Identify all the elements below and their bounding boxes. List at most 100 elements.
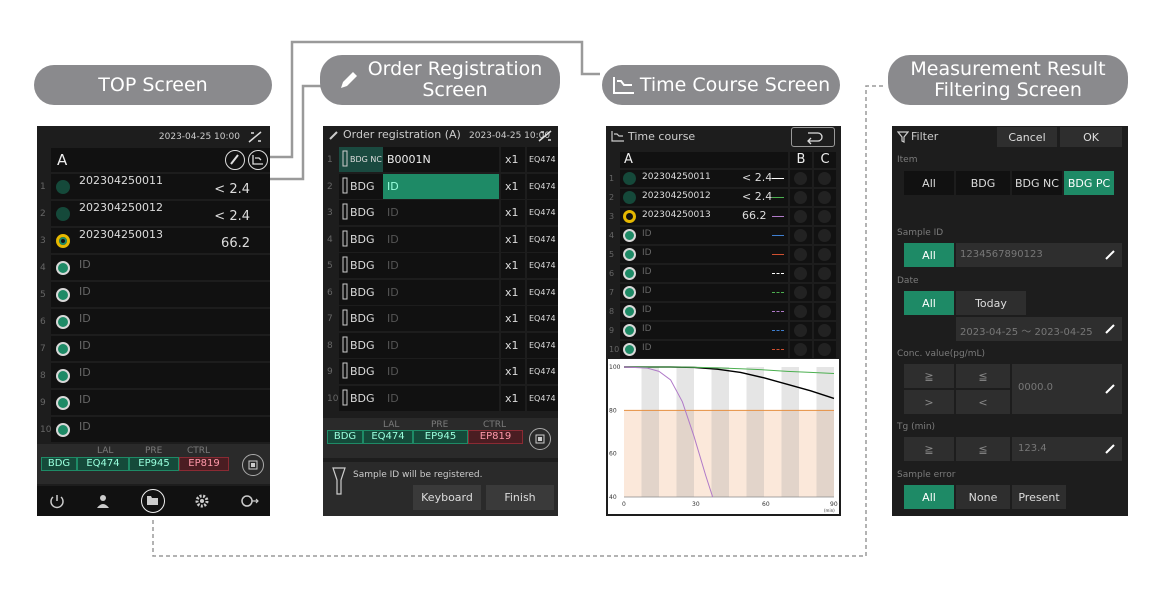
tg-value-field[interactable]: 123.4 (1012, 437, 1122, 461)
reagent-lot: EQ474 (529, 393, 556, 403)
error-none-button[interactable]: None (956, 485, 1010, 509)
back-button[interactable] (791, 127, 835, 147)
reagent-lal: EQ474 (363, 430, 413, 444)
reagent-head-pre: PRE (431, 420, 449, 430)
sample-type-cell: BDG (339, 200, 383, 225)
sample-type: BDG (350, 391, 375, 405)
gear-icon[interactable] (193, 492, 211, 510)
count-cell[interactable]: x1 (501, 226, 525, 252)
sample-row[interactable]: ID (620, 227, 788, 244)
empty-well-icon (818, 248, 831, 261)
sample-id-field[interactable]: ID (383, 279, 499, 305)
sample-row[interactable]: ID (51, 363, 270, 388)
empty-well-icon (818, 172, 831, 185)
item-all-button[interactable]: All (904, 171, 954, 195)
sample-status-icon (56, 342, 70, 356)
sample-id-field[interactable]: ID (383, 226, 499, 252)
sample-id-field[interactable]: ID (383, 359, 499, 384)
date-label: Date (897, 276, 919, 286)
count-cell[interactable]: x1 (501, 385, 525, 411)
sample-row[interactable]: ID (51, 336, 270, 361)
lot-cell: EQ474 (527, 253, 558, 278)
sample-row[interactable]: ID (620, 246, 788, 263)
count-cell[interactable]: x1 (501, 200, 525, 225)
count-cell[interactable]: x1 (501, 359, 525, 384)
user-icon[interactable] (95, 493, 111, 509)
sample-row[interactable]: ID (620, 322, 788, 339)
sample-row[interactable]: ID (620, 341, 788, 358)
sample-row[interactable]: ID (620, 303, 788, 320)
tg-value: 123.4 (1018, 443, 1047, 454)
sample-row[interactable]: ID (51, 282, 270, 307)
row-number: 10 (40, 425, 52, 435)
sample-status-icon (623, 286, 636, 299)
chart-stripe (746, 367, 764, 497)
sample-row[interactable]: ID (620, 265, 788, 282)
tg-gte-button[interactable]: ≧ (904, 437, 954, 461)
count-cell[interactable]: x1 (501, 332, 525, 358)
sample-id-field[interactable]: B0001N (383, 147, 499, 172)
sample-row[interactable]: ID (51, 417, 270, 442)
row-number: 1 (327, 155, 333, 165)
sample-id-field[interactable]: ID (383, 253, 499, 278)
error-present-button[interactable]: Present (1012, 485, 1066, 509)
sample-id: ID (387, 232, 399, 246)
sample-id-field[interactable]: ID (383, 200, 499, 225)
sample-row[interactable]: ID (620, 284, 788, 301)
reagent-lot: EQ474 (529, 234, 556, 244)
sample-id: ID (642, 286, 652, 296)
error-all-button[interactable]: All (904, 485, 954, 509)
sample-id-field[interactable]: ID (383, 173, 499, 199)
sample-type: BDG (350, 338, 375, 352)
replicate-count: x1 (505, 206, 519, 219)
sample-id-field[interactable]: ID (383, 306, 499, 331)
sample-id-field[interactable]: ID (383, 332, 499, 358)
item-bdg-pc-button[interactable]: BDG PC (1064, 171, 1114, 195)
time-course-button[interactable] (248, 150, 268, 170)
sample-row[interactable]: 202304250012 < 2.4 (51, 201, 270, 226)
item-bdg-nc-button[interactable]: BDG NC (1012, 171, 1062, 195)
sample-row[interactable]: 202304250013 66.2 (620, 208, 788, 225)
count-cell[interactable]: x1 (501, 253, 525, 278)
date-today-button[interactable]: Today (956, 291, 1026, 315)
count-cell[interactable]: x1 (501, 173, 525, 199)
date-range-field[interactable]: 2023-04-25 ～ 2023-04-25 (956, 317, 1122, 341)
edit-order-button[interactable] (225, 150, 245, 170)
sample-row[interactable]: ID (51, 255, 270, 280)
conc-gt-button[interactable]: > (904, 390, 954, 414)
sample-id-field[interactable]: ID (383, 385, 499, 411)
row-number: 3 (327, 208, 333, 218)
count-cell[interactable]: x1 (501, 306, 525, 331)
date-all-button[interactable]: All (904, 291, 954, 315)
power-icon[interactable] (49, 493, 65, 509)
sample-row[interactable]: 202304250011 < 2.4 (620, 170, 788, 187)
results-folder-button[interactable] (141, 489, 165, 513)
qr-scan-button[interactable] (529, 428, 551, 450)
reagent-lot: EQ474 (529, 287, 556, 297)
sample-id-field[interactable]: 1234567890123 (956, 243, 1122, 267)
count-cell[interactable]: x1 (501, 279, 525, 305)
conc-lte-button[interactable]: ≦ (956, 364, 1010, 388)
reagent-head-ctrl: CTRL (187, 446, 211, 456)
sample-id-all-button[interactable]: All (904, 243, 954, 267)
keyboard-button[interactable]: Keyboard (413, 485, 481, 510)
sample-row[interactable]: ID (51, 309, 270, 334)
finish-button[interactable]: Finish (486, 485, 554, 510)
ok-button[interactable]: OK (1060, 127, 1122, 147)
conc-gte-button[interactable]: ≧ (904, 364, 954, 388)
logout-icon[interactable] (240, 493, 260, 509)
count-cell[interactable]: x1 (501, 147, 525, 172)
item-bdg-button[interactable]: BDG (956, 171, 1010, 195)
sample-row[interactable]: 202304250013 66.2 (51, 228, 270, 253)
conc-lt-button[interactable]: < (956, 390, 1010, 414)
sample-row[interactable]: 202304250011 < 2.4 (51, 174, 270, 199)
sample-row[interactable]: 202304250012 < 2.4 (620, 189, 788, 206)
row-number: 6 (609, 269, 615, 278)
reagent-lot: EQ474 (529, 155, 556, 164)
empty-well-icon (818, 286, 831, 299)
cancel-button[interactable]: Cancel (997, 127, 1057, 147)
qr-scan-button[interactable] (242, 454, 264, 476)
sample-row[interactable]: ID (51, 390, 270, 415)
conc-value-field[interactable]: 0000.0 (1012, 364, 1122, 414)
tg-lte-button[interactable]: ≦ (956, 437, 1010, 461)
